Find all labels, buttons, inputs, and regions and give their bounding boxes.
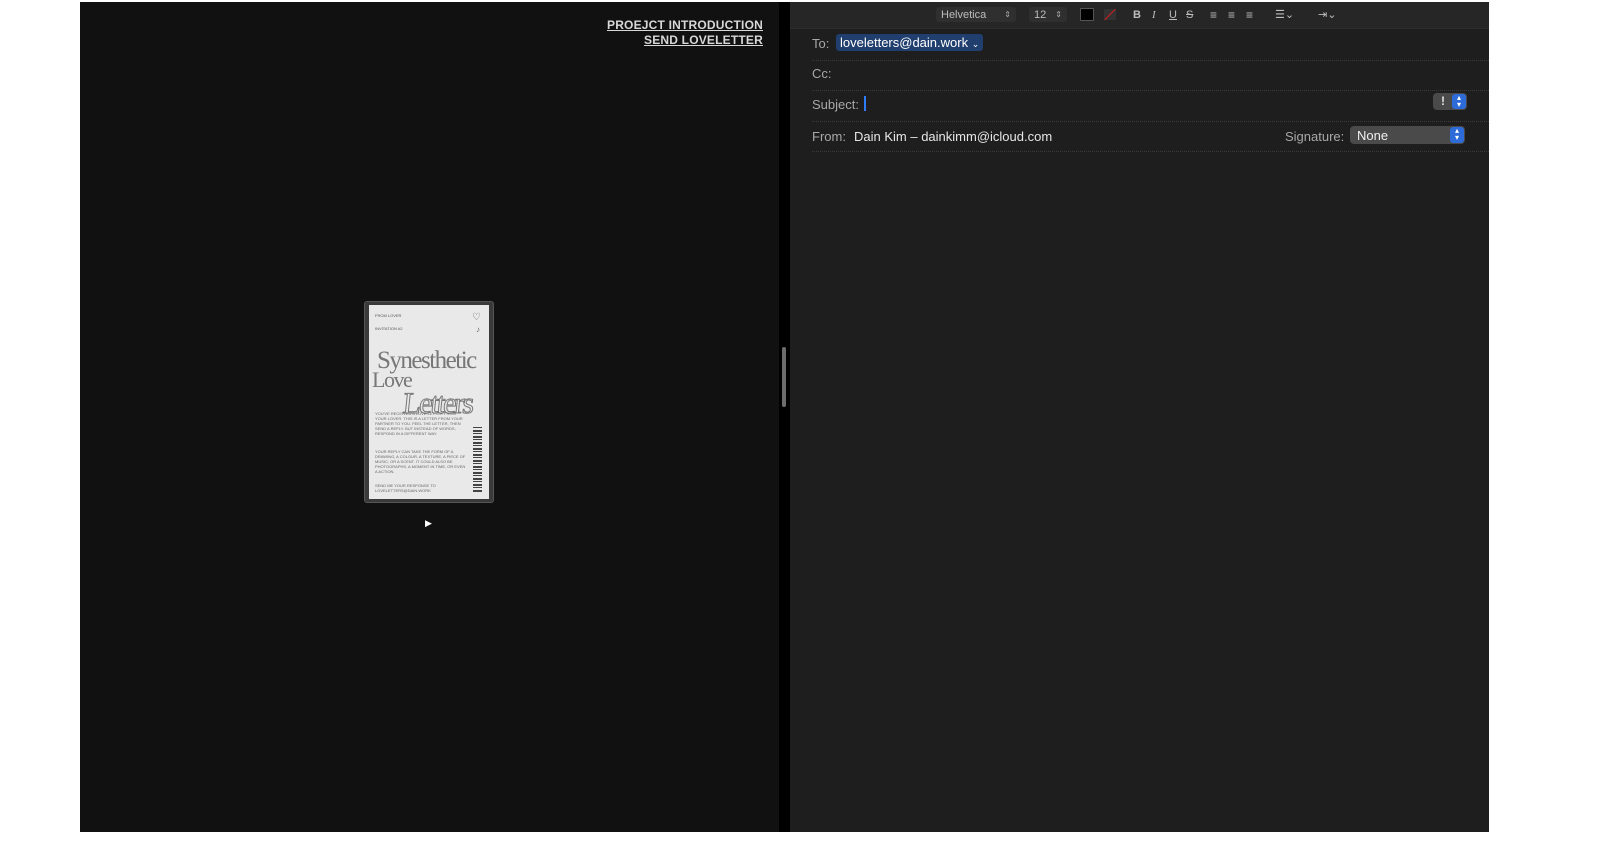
music-note-icon: ♪ [476, 325, 480, 334]
background-color-button[interactable] [1104, 7, 1116, 22]
card-body-text: YOU'VE RECEIVED A LOVE LETTER FROM YOUR … [375, 411, 463, 436]
message-body[interactable] [812, 162, 1467, 822]
italic-button[interactable]: I [1152, 7, 1156, 22]
recipient-email: loveletters@dain.work [840, 35, 969, 50]
chevron-down-icon: ⌄ [971, 39, 980, 49]
align-right-icon[interactable]: ≡ [1246, 7, 1253, 22]
cassette-card: FROM LOVER INVITATION #2 ♡ ♪ Synesthetic… [369, 305, 489, 499]
from-label: From: [812, 129, 846, 144]
size-select-value: 12 [1034, 8, 1047, 21]
priority-select[interactable]: ! ▴ ▾ [1433, 93, 1467, 110]
play-icon[interactable]: ▶ [425, 518, 432, 529]
to-row: To: loveletters@dain.work ⌄ [812, 34, 1489, 61]
text-color-swatch [1080, 8, 1094, 21]
text-color-button[interactable] [1080, 7, 1094, 22]
align-left-icon[interactable]: ≡ [1210, 7, 1217, 22]
card-invitation-label: INVITATION #2 [375, 326, 403, 331]
size-select[interactable]: 12 ⇕ [1029, 7, 1067, 22]
list-menu-icon[interactable]: ☰⌄ [1275, 7, 1294, 22]
barcode [473, 427, 482, 493]
no-color-icon [1104, 9, 1116, 20]
subject-label: Subject: [812, 97, 859, 112]
from-row: From: Dain Kim – dainkimm@icloud.com Sig… [812, 126, 1489, 152]
nav-send-loveletter[interactable]: SEND LOVELETTER [607, 33, 763, 48]
heart-icon: ♡ [472, 312, 481, 323]
card-send-text: SEND ME YOUR RESPONSE TO LOVELETTERS@DAI… [375, 483, 436, 493]
font-select-value: Helvetica [941, 8, 987, 21]
align-center-icon[interactable]: ≡ [1228, 7, 1235, 22]
screen-frame: PROEJCT INTRODUCTION SEND LOVELETTER FRO… [80, 2, 1489, 832]
card-body-text-2: YOUR REPLY CAN TAKE THE FORM OF A DRAWIN… [375, 449, 466, 474]
cassette-case[interactable]: FROM LOVER INVITATION #2 ♡ ♪ Synesthetic… [365, 302, 493, 502]
updown-arrows-icon: ▴ ▾ [1450, 127, 1464, 143]
split-divider[interactable] [779, 2, 790, 832]
indent-menu-icon[interactable]: ⇥⌄ [1318, 7, 1336, 22]
font-stepper-icon: ⇕ [1004, 10, 1011, 19]
recipient-token[interactable]: loveletters@dain.work ⌄ [836, 34, 984, 51]
size-stepper-icon: ⇕ [1055, 10, 1062, 19]
signature-value: None [1357, 128, 1389, 143]
cc-row[interactable]: Cc: [812, 66, 1489, 91]
signature-select[interactable]: None ▴ ▾ [1350, 126, 1465, 144]
subject-row[interactable]: Subject: ! ▴ ▾ [812, 93, 1489, 122]
strikethrough-button[interactable]: S [1186, 7, 1193, 22]
font-select[interactable]: Helvetica ⇕ [936, 7, 1016, 22]
website-pane: PROEJCT INTRODUCTION SEND LOVELETTER FRO… [80, 2, 779, 832]
mail-compose-window: Helvetica ⇕ 12 ⇕ B I U S ≡ ≡ ≡ ☰⌄ ⇥⌄ To:… [790, 2, 1489, 832]
format-toolbar: Helvetica ⇕ 12 ⇕ B I U S ≡ ≡ ≡ ☰⌄ ⇥⌄ [790, 2, 1489, 29]
split-handle[interactable] [782, 347, 786, 407]
from-account-select[interactable]: Dain Kim – dainkimm@icloud.com [854, 129, 1052, 144]
underline-button[interactable]: U [1169, 7, 1177, 22]
nav-project-introduction[interactable]: PROEJCT INTRODUCTION [607, 18, 763, 33]
site-nav: PROEJCT INTRODUCTION SEND LOVELETTER [607, 18, 763, 48]
bold-button[interactable]: B [1133, 7, 1141, 22]
cc-label: Cc: [812, 66, 832, 81]
updown-arrows-icon: ▴ ▾ [1452, 94, 1466, 109]
to-label: To: [812, 36, 830, 51]
text-caret [864, 96, 866, 111]
priority-icon: ! [1441, 94, 1445, 108]
card-from-label: FROM LOVER [375, 313, 402, 318]
signature-label: Signature: [1285, 129, 1345, 144]
